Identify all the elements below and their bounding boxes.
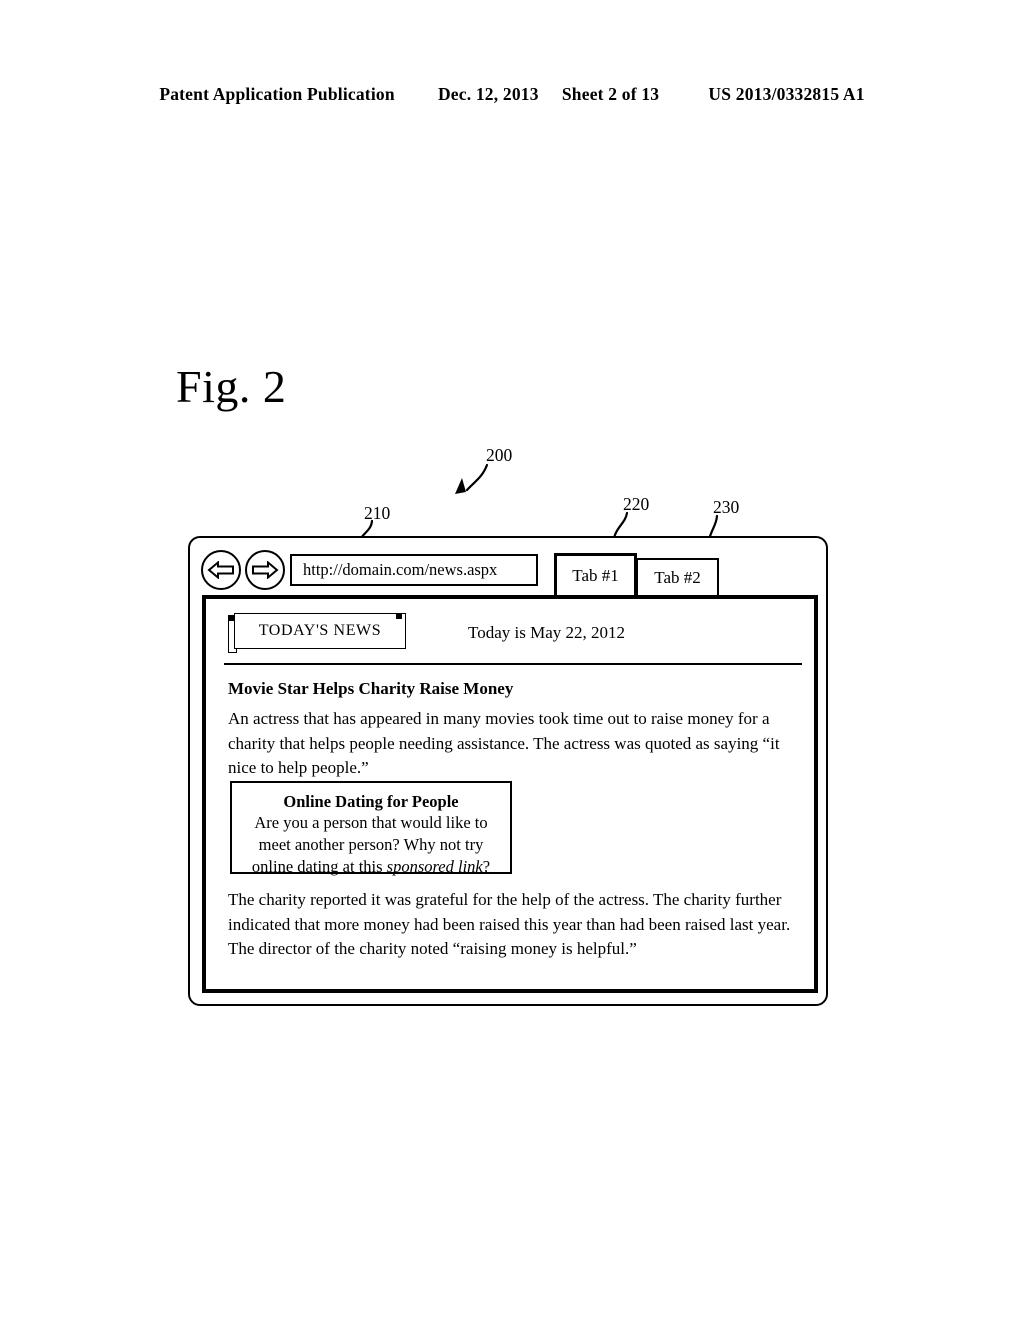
publication-label: Patent Application Publication xyxy=(159,84,395,104)
page-header: Patent Application Publication Dec. 12, … xyxy=(0,84,1024,105)
sheet-number: Sheet 2 of 13 xyxy=(561,84,660,104)
browser-window: http://domain.com/news.aspx Tab #1 Tab #… xyxy=(188,536,828,1006)
tab-1[interactable]: Tab #1 xyxy=(554,553,637,598)
header-divider xyxy=(224,663,802,665)
masthead-text: TODAY'S NEWS xyxy=(258,622,382,639)
url-text[interactable]: http://domain.com/news.aspx xyxy=(303,561,497,579)
ref-numeral-230: 230 xyxy=(713,497,740,517)
tab-2-label: Tab #2 xyxy=(654,568,701,587)
article-paragraph-1: An actress that has appeared in many mov… xyxy=(228,709,780,777)
publication-date: Dec. 12, 2013 xyxy=(437,84,539,104)
sponsored-link[interactable]: sponsored link xyxy=(387,857,483,876)
today-date: Today is May 22, 2012 xyxy=(468,623,625,642)
ref-numeral-220: 220 xyxy=(623,494,650,514)
article-headline: Movie Star Helps Charity Raise Money xyxy=(228,679,514,698)
url-bar[interactable]: http://domain.com/news.aspx xyxy=(290,554,538,586)
advertisement-box[interactable]: Online Dating for People Are you a perso… xyxy=(230,781,512,876)
ad-line-3-suffix: ? xyxy=(482,857,491,876)
ad-line-2: meet another person? Why not try xyxy=(258,835,484,854)
page-content-area: TODAY'S NEWS Today is May 22, 2012 Movie… xyxy=(202,595,818,993)
ad-title: Online Dating for People xyxy=(283,792,459,811)
masthead-banner: TODAY'S NEWS xyxy=(228,613,406,653)
back-button[interactable] xyxy=(201,550,241,590)
ad-line-3: online dating at this sponsored link? xyxy=(232,856,510,878)
masthead-corner-mark-left xyxy=(229,615,235,621)
ref-numeral-200: 200 xyxy=(486,445,513,465)
article-paragraph-2: The charity reported it was grateful for… xyxy=(228,890,791,958)
ref-numeral-210: 210 xyxy=(364,503,391,523)
forward-button[interactable] xyxy=(245,550,285,590)
browser-toolbar: http://domain.com/news.aspx Tab #1 Tab #… xyxy=(190,538,826,598)
tab-2[interactable]: Tab #2 xyxy=(636,558,719,598)
ad-line-1: Are you a person that would like to xyxy=(254,813,488,832)
arrow-right-icon xyxy=(251,561,279,579)
figure-label: Fig. 2 xyxy=(176,361,287,412)
tab-1-label: Tab #1 xyxy=(572,565,619,585)
masthead-box: TODAY'S NEWS xyxy=(234,613,406,649)
patent-number: US 2013/0332815 A1 xyxy=(708,84,865,104)
masthead-corner-mark-right xyxy=(396,613,402,619)
ad-line-3-prefix: online dating at this xyxy=(251,857,387,876)
arrow-left-icon xyxy=(207,561,235,579)
